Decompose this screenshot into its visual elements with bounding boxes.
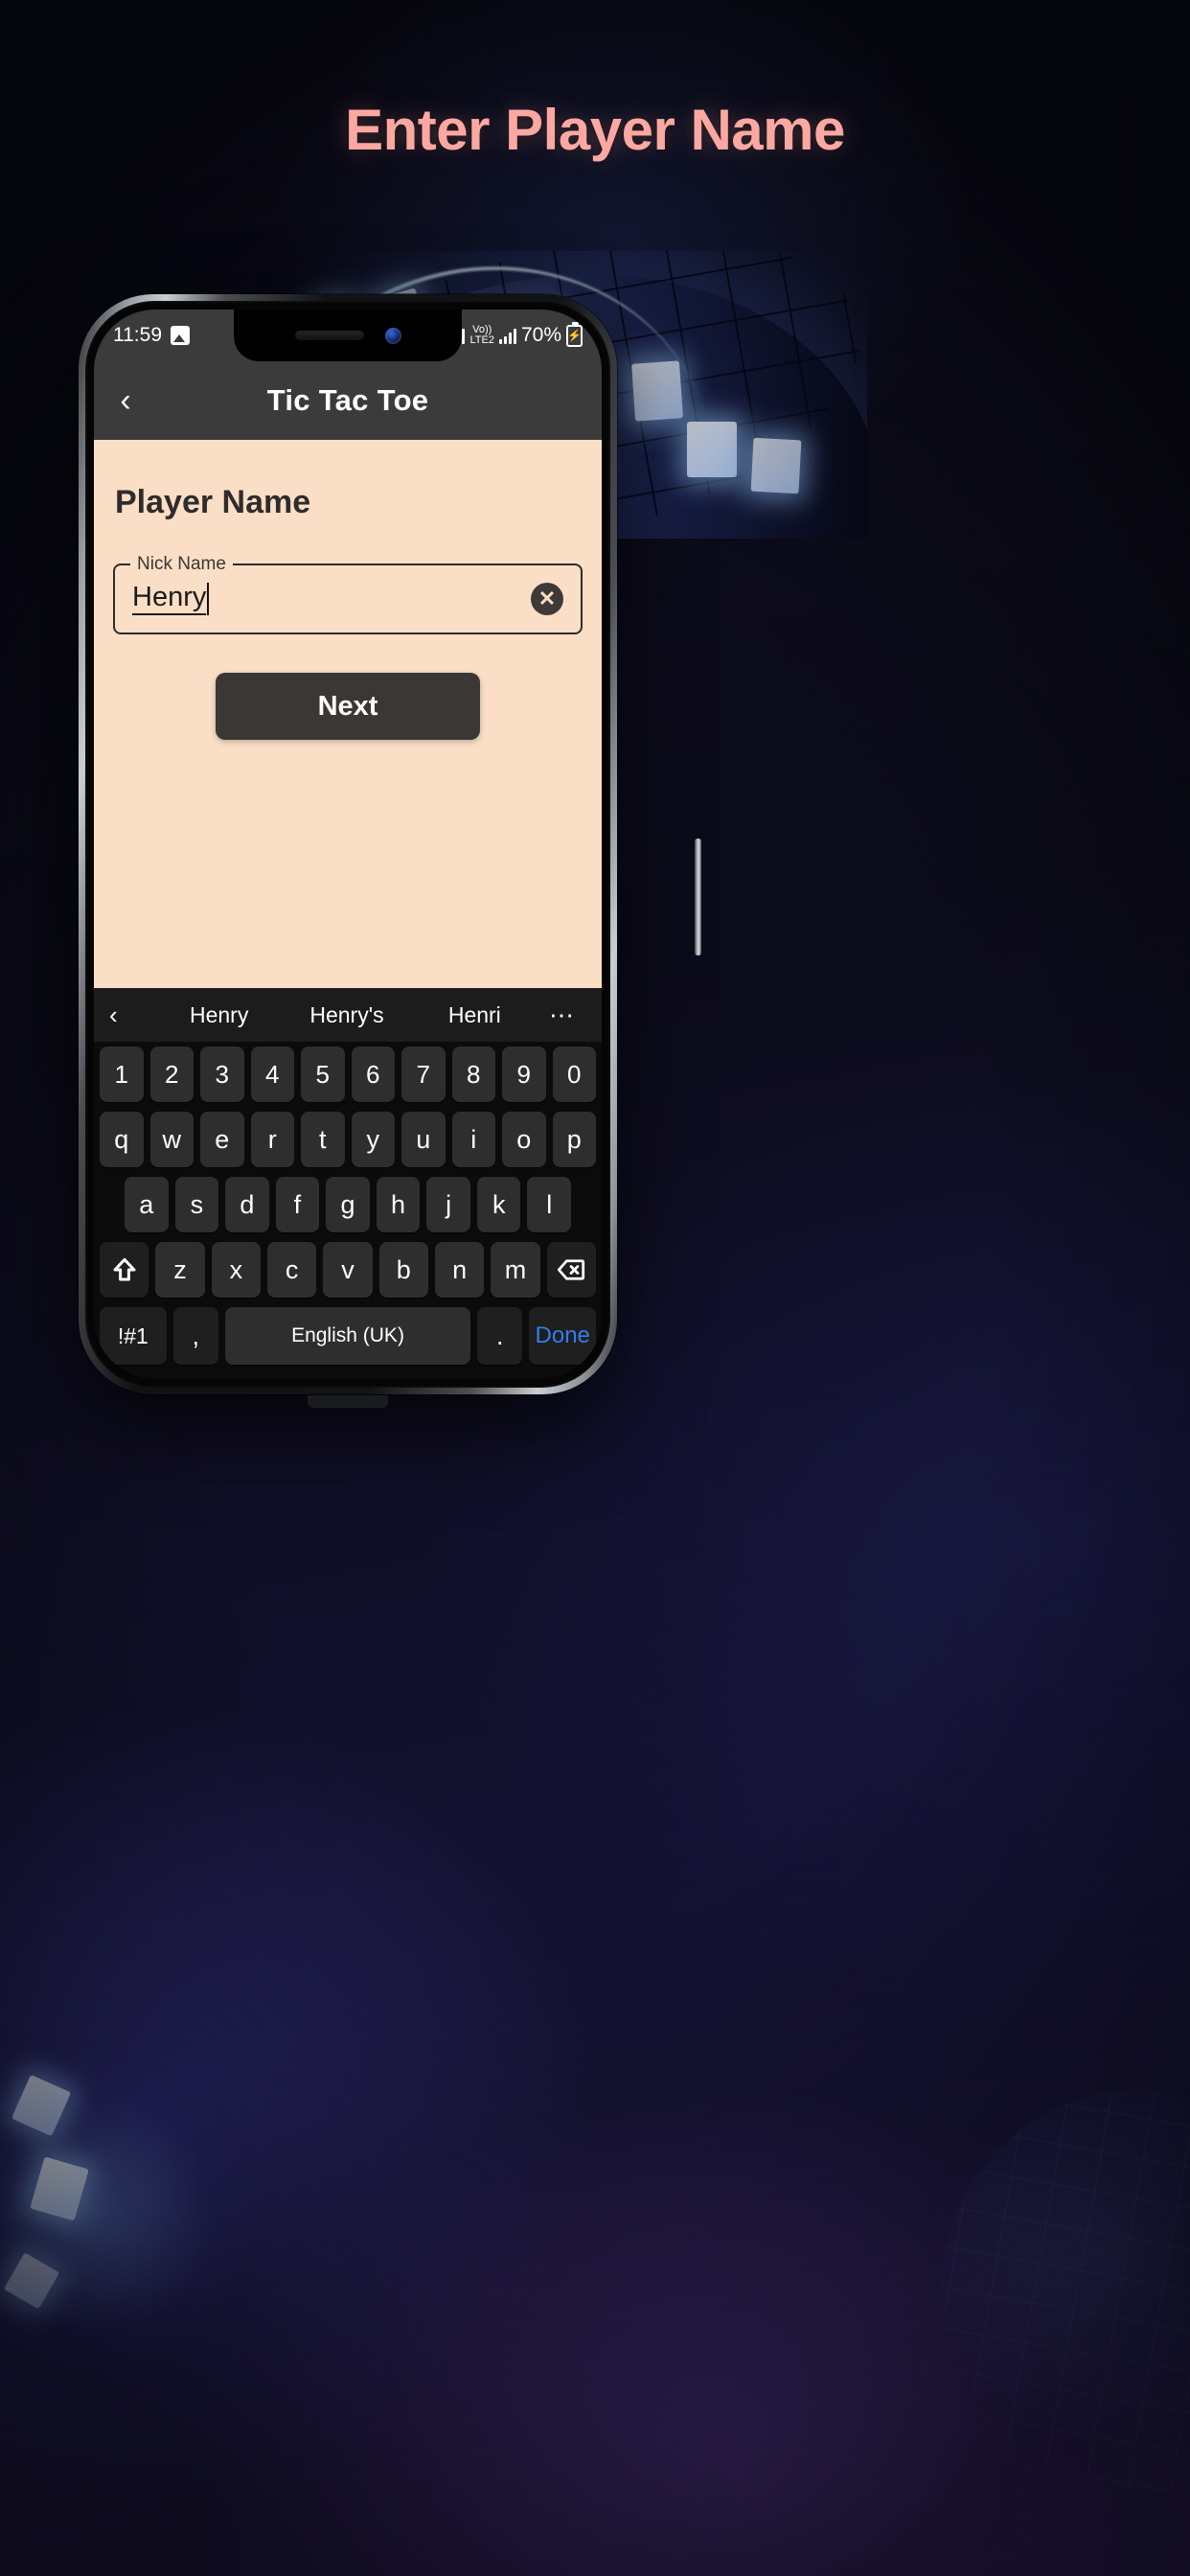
- key-t[interactable]: t: [301, 1112, 345, 1167]
- battery-charging-icon: ⚡: [566, 321, 583, 347]
- clear-circle-icon[interactable]: ✕: [531, 583, 563, 615]
- key-u[interactable]: u: [401, 1112, 446, 1167]
- nickname-input[interactable]: Henry: [132, 583, 531, 615]
- main-content: Player Name Nick Name Henry ✕ Next: [94, 440, 602, 988]
- chevron-left-icon: ‹: [120, 382, 131, 419]
- key-x[interactable]: x: [211, 1242, 261, 1298]
- key-j[interactable]: j: [426, 1177, 470, 1232]
- app-bar: ‹ Tic Tac Toe: [94, 361, 602, 440]
- key-n[interactable]: n: [434, 1242, 485, 1298]
- keyboard-row-qwerty: qwertyuiop: [94, 1107, 602, 1172]
- front-camera-icon: [384, 327, 401, 344]
- key-6[interactable]: 6: [351, 1046, 395, 1102]
- key-1[interactable]: 1: [100, 1046, 144, 1102]
- period-key[interactable]: .: [477, 1307, 523, 1365]
- suggestion-item-2[interactable]: Henri: [411, 1002, 538, 1028]
- key-v[interactable]: v: [323, 1242, 373, 1298]
- symbols-key[interactable]: !#1: [100, 1307, 167, 1365]
- key-7[interactable]: 7: [401, 1046, 446, 1102]
- volte-indicator: Vo)) LTE2: [469, 325, 493, 346]
- nickname-input-value: Henry: [132, 583, 207, 615]
- key-5[interactable]: 5: [301, 1046, 345, 1102]
- on-screen-keyboard: ‹ Henry Henry's Henri ⋯ 1234567890 qwert…: [94, 988, 602, 1379]
- shift-key[interactable]: [100, 1242, 149, 1298]
- key-z[interactable]: z: [155, 1242, 205, 1298]
- phone-notch: [234, 310, 462, 361]
- key-m[interactable]: m: [491, 1242, 540, 1298]
- suggestion-back-chevron-icon[interactable]: ‹: [109, 1000, 155, 1030]
- status-bar-right: Vo)) LTE2 70% ⚡: [447, 321, 583, 347]
- keyboard-row-numbers: 1234567890: [94, 1042, 602, 1107]
- key-y[interactable]: y: [351, 1112, 395, 1167]
- key-f[interactable]: f: [275, 1177, 320, 1232]
- key-i[interactable]: i: [451, 1112, 495, 1167]
- key-o[interactable]: o: [502, 1112, 546, 1167]
- key-c[interactable]: c: [267, 1242, 317, 1298]
- key-a[interactable]: a: [124, 1177, 169, 1232]
- key-g[interactable]: g: [326, 1177, 370, 1232]
- earpiece-speaker-icon: [294, 331, 364, 340]
- overflow-dots-icon[interactable]: ⋯: [538, 1000, 586, 1030]
- keyboard-row-asdf: asdfghjkl: [94, 1172, 602, 1237]
- status-time: 11:59: [113, 324, 162, 346]
- text-caret: [207, 583, 210, 615]
- key-s[interactable]: s: [174, 1177, 219, 1232]
- suggestion-bar: ‹ Henry Henry's Henri ⋯: [94, 988, 602, 1042]
- key-0[interactable]: 0: [552, 1046, 596, 1102]
- done-key[interactable]: Done: [529, 1307, 597, 1365]
- shift-arrow-icon: [113, 1257, 136, 1281]
- key-h[interactable]: h: [376, 1177, 421, 1232]
- app-bar-title: Tic Tac Toe: [266, 383, 429, 417]
- keyboard-row-bottom: !#1 , English (UK) . Done: [94, 1302, 602, 1369]
- key-8[interactable]: 8: [451, 1046, 495, 1102]
- key-4[interactable]: 4: [250, 1046, 294, 1102]
- next-button[interactable]: Next: [216, 673, 480, 740]
- battery-percent-label: 70%: [520, 324, 561, 346]
- phone-bezel: 11:59 Vo)) LTE2 70% ⚡ ‹ Tic Tac Toe Play…: [85, 301, 610, 1388]
- space-key[interactable]: English (UK): [224, 1307, 471, 1365]
- comma-key[interactable]: ,: [172, 1307, 218, 1365]
- key-p[interactable]: p: [552, 1112, 596, 1167]
- network-type-label: LTE2: [469, 334, 494, 346]
- image-icon: [171, 326, 190, 345]
- key-r[interactable]: r: [250, 1112, 294, 1167]
- key-l[interactable]: l: [527, 1177, 572, 1232]
- page-title: Enter Player Name: [345, 98, 845, 162]
- status-bar-left: 11:59: [113, 324, 190, 347]
- key-2[interactable]: 2: [149, 1046, 194, 1102]
- phone-power-button[interactable]: [695, 839, 701, 955]
- suggestion-item-1[interactable]: Henry's: [283, 1002, 410, 1028]
- phone-screen: 11:59 Vo)) LTE2 70% ⚡ ‹ Tic Tac Toe Play…: [94, 310, 602, 1379]
- player-name-heading: Player Name: [115, 484, 311, 520]
- key-d[interactable]: d: [225, 1177, 269, 1232]
- suggestion-item-0[interactable]: Henry: [155, 1002, 283, 1028]
- key-b[interactable]: b: [378, 1242, 428, 1298]
- key-9[interactable]: 9: [502, 1046, 546, 1102]
- signal-bars-icon-2: [498, 328, 516, 344]
- back-button[interactable]: ‹: [94, 384, 157, 417]
- phone-mockup: 11:59 Vo)) LTE2 70% ⚡ ‹ Tic Tac Toe Play…: [79, 294, 701, 1408]
- key-q[interactable]: q: [100, 1112, 144, 1167]
- key-k[interactable]: k: [476, 1177, 521, 1232]
- keyboard-row-zxcv: z x c v b n m: [94, 1237, 602, 1302]
- backspace-icon: [558, 1259, 585, 1280]
- key-3[interactable]: 3: [200, 1046, 244, 1102]
- key-e[interactable]: e: [200, 1112, 244, 1167]
- key-w[interactable]: w: [149, 1112, 194, 1167]
- backspace-key[interactable]: [546, 1242, 596, 1298]
- nickname-field-label: Nick Name: [130, 554, 233, 575]
- nickname-field-container[interactable]: Nick Name Henry ✕: [113, 554, 583, 634]
- phone-bottom-speaker: [308, 1395, 388, 1408]
